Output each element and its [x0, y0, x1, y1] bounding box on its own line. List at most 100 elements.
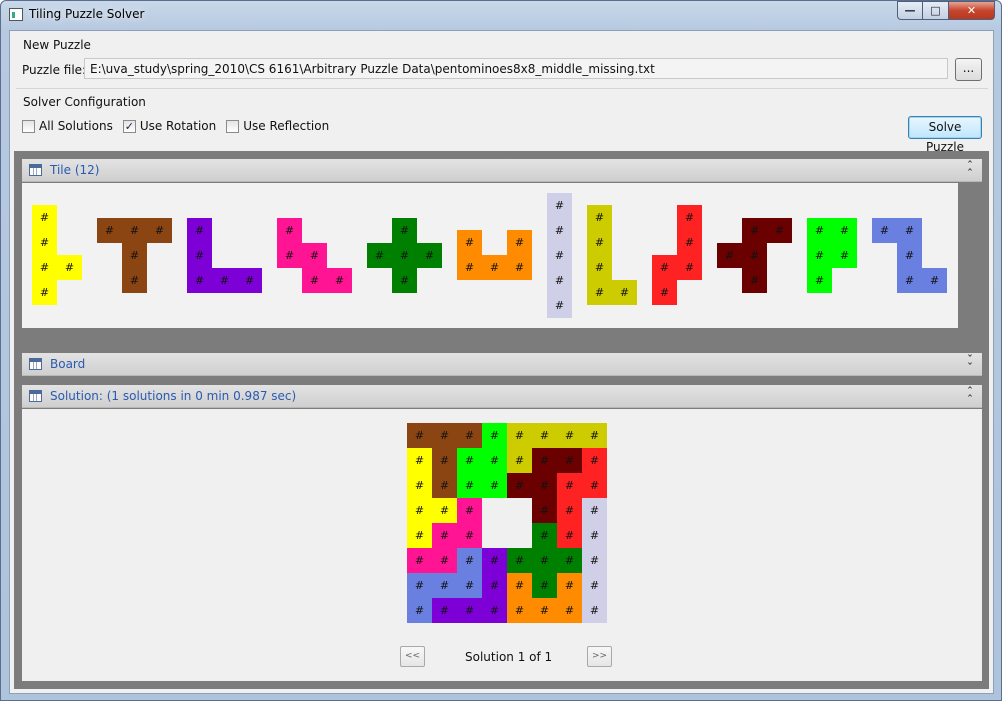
board-cell: # [407, 548, 432, 573]
tile-cell: # [677, 230, 702, 255]
tile-cell: # [32, 255, 57, 280]
next-solution-button[interactable]: >> [587, 646, 612, 667]
checkbox-box[interactable] [226, 119, 240, 133]
board-cell: # [532, 473, 557, 498]
board-cell: # [407, 473, 432, 498]
maximize-button[interactable]: □ [923, 1, 949, 20]
tile-cell: # [302, 243, 327, 268]
board-panel-title: Board [50, 357, 86, 371]
tile-cell: # [612, 280, 637, 305]
board-cell: # [532, 598, 557, 623]
tile-cell: # [587, 205, 612, 230]
tile-cell: # [32, 205, 57, 230]
tile-cell: # [187, 243, 212, 268]
board-cell: # [507, 573, 532, 598]
board-cell: # [457, 448, 482, 473]
board-cell: # [432, 423, 457, 448]
board-cell: # [407, 448, 432, 473]
tile-cell: # [32, 280, 57, 305]
tile-panel-header[interactable]: Tile (12) ˆˆ [22, 159, 982, 182]
puzzle-file-field[interactable]: E:\uva_study\spring_2010\CS 6161\Arbitra… [84, 58, 948, 79]
board-cell: # [407, 523, 432, 548]
tile-cell: # [457, 255, 482, 280]
app-window: Tiling Puzzle Solver — □ ✕ New Puzzle Pu… [0, 0, 1002, 701]
tile-cell: # [897, 218, 922, 243]
tile-cell: # [457, 230, 482, 255]
tile-cell: # [547, 293, 572, 318]
tile-cell: # [767, 218, 792, 243]
board-cell: # [407, 573, 432, 598]
tile-cell: # [807, 218, 832, 243]
board-cell: # [482, 423, 507, 448]
tile-cell: # [122, 218, 147, 243]
board-cell: # [507, 423, 532, 448]
puzzle-file-label: Puzzle file: [22, 63, 87, 77]
board-cell: # [457, 498, 482, 523]
board-cell: # [432, 473, 457, 498]
board-cell: # [532, 523, 557, 548]
checkbox-box[interactable] [22, 119, 35, 133]
tile-cell: # [507, 255, 532, 280]
divider [16, 88, 988, 89]
collapse-icon[interactable]: ˆˆ [964, 386, 976, 405]
board-cell: # [582, 473, 607, 498]
collapse-icon[interactable]: ˆˆ [964, 160, 976, 179]
use-reflection-label: Use Reflection [243, 119, 330, 133]
window-controls: — □ ✕ [897, 1, 995, 21]
use-rotation-checkbox[interactable]: ✓ Use Rotation [122, 119, 216, 133]
title-bar[interactable]: Tiling Puzzle Solver — □ ✕ [1, 1, 1001, 29]
panels-frame: Tile (12) ˆˆ # # # # # # # # # # # # # # # # # # # # # # # # # # #… [14, 151, 989, 689]
tile-cell: # [652, 255, 677, 280]
board-panel-header[interactable]: Board ˇˇ [22, 353, 982, 376]
tile-cell: # [392, 218, 417, 243]
board-cell: # [532, 498, 557, 523]
expand-icon[interactable]: ˇˇ [964, 354, 976, 373]
tile-cell: # [807, 268, 832, 293]
client-area: New Puzzle Puzzle file: E:\uva_study\spr… [9, 30, 994, 694]
tile-cell: # [417, 243, 442, 268]
tile-cell: # [587, 255, 612, 280]
tile-cell: # [587, 280, 612, 305]
tile-cell: # [832, 218, 857, 243]
solver-config-group-label: Solver Configuration [23, 95, 146, 109]
board-cell: # [507, 473, 532, 498]
board-cell: # [482, 473, 507, 498]
tile-cell: # [97, 218, 122, 243]
minimize-button[interactable]: — [897, 1, 923, 20]
board-cell: # [557, 498, 582, 523]
panel-icon [29, 390, 42, 402]
close-button[interactable]: ✕ [949, 1, 995, 20]
board-cell: # [407, 423, 432, 448]
tile-cell: # [872, 218, 897, 243]
tile-cell: # [277, 218, 302, 243]
board-cell: # [482, 548, 507, 573]
all-solutions-checkbox[interactable]: All Solutions [22, 119, 113, 133]
tile-cell: # [832, 243, 857, 268]
browse-button[interactable]: ... [955, 58, 982, 81]
board-cell: # [407, 598, 432, 623]
tile-cell: # [122, 268, 147, 293]
board-cell: # [432, 598, 457, 623]
checkbox-box[interactable]: ✓ [122, 119, 136, 133]
tile-cell: # [367, 243, 392, 268]
board-cell: # [557, 548, 582, 573]
board-cell: # [432, 498, 457, 523]
board-cell: # [532, 573, 557, 598]
solution-panel-title: Solution: (1 solutions in 0 min 0.987 se… [50, 389, 297, 403]
tile-cell: # [922, 268, 947, 293]
use-reflection-checkbox[interactable]: Use Reflection [226, 119, 329, 133]
tile-cell: # [237, 268, 262, 293]
board-cell: # [482, 448, 507, 473]
tile-cell: # [742, 268, 767, 293]
board-cell: # [557, 523, 582, 548]
solve-puzzle-button[interactable]: Solve Puzzle [908, 116, 982, 154]
panel-icon [29, 164, 42, 176]
board-cell: # [532, 423, 557, 448]
tile-cell: # [392, 243, 417, 268]
board-cell: # [557, 423, 582, 448]
tile-cell: # [392, 268, 417, 293]
board-cell: # [582, 498, 607, 523]
tile-cell: # [742, 243, 767, 268]
previous-solution-button[interactable]: << [400, 646, 425, 667]
solution-panel-header[interactable]: Solution: (1 solutions in 0 min 0.987 se… [22, 385, 982, 408]
